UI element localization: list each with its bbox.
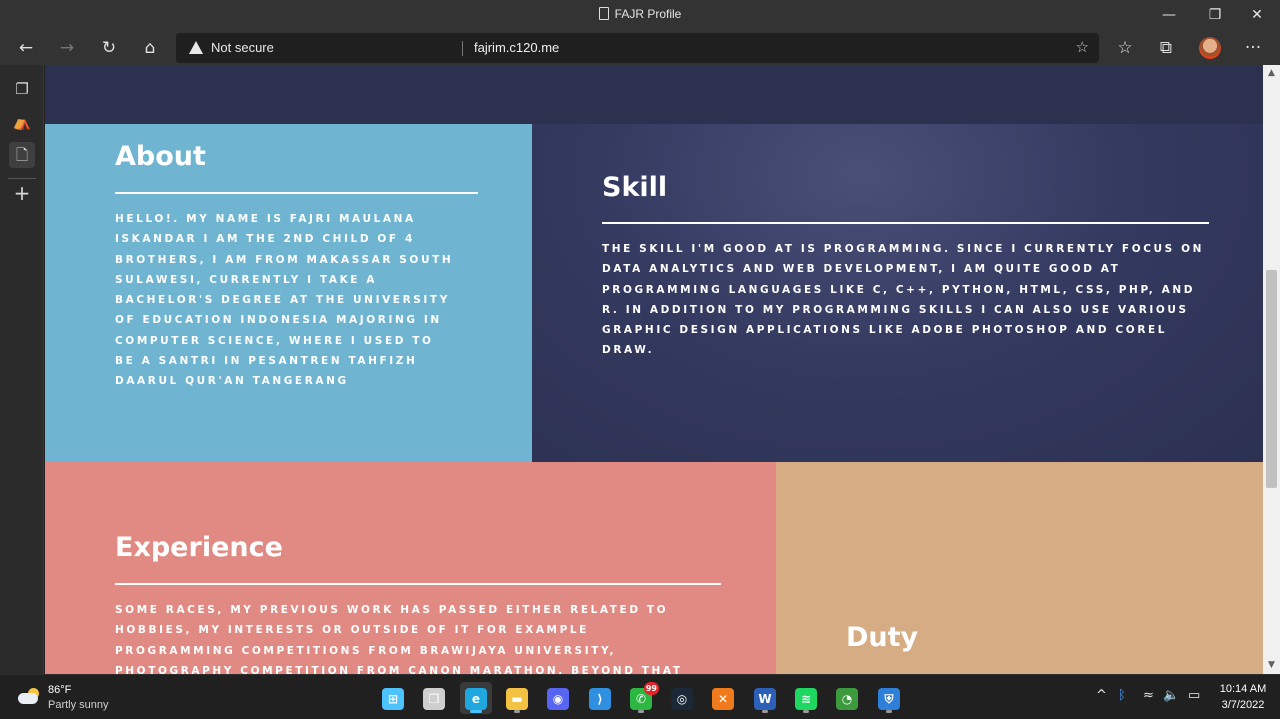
back-button[interactable]: ← xyxy=(13,35,39,61)
scroll-up-arrow-icon[interactable]: ▲ xyxy=(1263,65,1280,82)
page-viewport: About Hello!. My name is Fajri Maulana I… xyxy=(45,65,1263,674)
about-text: Hello!. My name is Fajri Maulana Iskanda… xyxy=(115,213,454,388)
profile-avatar[interactable] xyxy=(1199,37,1221,59)
experience-section: Experience Some races, my previous work … xyxy=(45,462,776,674)
weather-description[interactable]: Partly sunny xyxy=(48,699,109,711)
browser-sidebar: ❐ ⛺ 🗋 + xyxy=(0,65,44,674)
notification-badge: 99 xyxy=(643,682,659,695)
about-title: About xyxy=(115,141,206,172)
weather-temperature[interactable]: 86°F xyxy=(48,684,71,696)
steam-app[interactable]: ◎ xyxy=(666,682,698,714)
duty-section: Duty xyxy=(776,462,1263,674)
about-section: About Hello!. My name is Fajri Maulana I… xyxy=(45,124,532,462)
running-indicator xyxy=(803,710,809,713)
cloud-shape xyxy=(18,693,38,704)
about-divider xyxy=(115,192,478,194)
skill-text: The skill I'm good at is programming. Si… xyxy=(602,243,1204,357)
url-text[interactable]: fajrim.c120.me xyxy=(474,40,559,55)
warning-icon xyxy=(189,41,203,54)
close-button[interactable]: ✕ xyxy=(1234,0,1280,31)
document-icon xyxy=(598,7,609,20)
browser-toolbar: ← → ↻ ⌂ Not secure fajrim.c120.me ☆ ☆ ⧉ … xyxy=(0,31,1280,65)
tray-overflow-icon[interactable]: ^ xyxy=(1096,688,1107,703)
xampp-icon: ✕ xyxy=(712,687,734,710)
minimize-button[interactable]: — xyxy=(1146,0,1192,31)
bluetooth-icon[interactable]: ᛒ xyxy=(1118,688,1126,703)
tab-actions-icon[interactable]: ❐ xyxy=(9,76,35,102)
clock-time[interactable]: 10:14 AM xyxy=(1218,683,1268,695)
experience-divider xyxy=(115,583,721,585)
windows-taskbar: 86°F Partly sunny ⊞ ❐ e ▬ ◉ ⟩ ✆ 99 ◎ ✕ W ≋ ◔ ⛨ ^ ᛒ ≈ … xyxy=(0,674,1280,719)
spotify-icon: ≋ xyxy=(795,687,817,710)
header-band xyxy=(45,65,1263,124)
security-label[interactable]: Not secure xyxy=(211,40,274,55)
discord-icon: ◉ xyxy=(547,687,569,710)
address-bar[interactable]: Not secure fajrim.c120.me ☆ xyxy=(176,33,1099,63)
skill-title: Skill xyxy=(602,172,668,203)
file-explorer-icon: ▬ xyxy=(506,687,528,710)
window-titlebar: FAJR Profile — ❐ ✕ xyxy=(0,0,1280,31)
add-favorite-icon[interactable]: ☆ xyxy=(1076,38,1089,56)
vscode-icon: ⟩ xyxy=(589,687,611,710)
add-icon[interactable]: + xyxy=(9,180,35,206)
address-separator xyxy=(462,41,463,56)
restore-button[interactable]: ❐ xyxy=(1192,0,1238,31)
vscode-app[interactable]: ⟩ xyxy=(584,682,616,714)
scroll-thumb[interactable] xyxy=(1266,270,1277,488)
steam-icon: ◎ xyxy=(671,687,693,710)
duty-title: Duty xyxy=(846,622,919,653)
edge-icon: e xyxy=(465,687,487,710)
start-icon: ⊞ xyxy=(382,687,404,710)
xampp-app[interactable]: ✕ xyxy=(707,682,739,714)
battery-icon[interactable]: ▭ xyxy=(1188,688,1200,703)
partly-sunny-icon[interactable] xyxy=(18,688,40,704)
security-app[interactable]: ⛨ xyxy=(873,682,905,714)
running-indicator xyxy=(638,710,644,713)
sound-icon: ◔ xyxy=(836,687,858,710)
whatsapp-app[interactable]: ✆ 99 xyxy=(625,682,659,714)
running-indicator xyxy=(886,710,892,713)
page-icon[interactable]: 🗋 xyxy=(9,142,35,168)
running-indicator xyxy=(470,710,482,713)
home-button[interactable]: ⌂ xyxy=(137,35,163,61)
start-button[interactable]: ⊞ xyxy=(377,682,409,714)
volume-icon[interactable]: 🔈 xyxy=(1163,688,1179,703)
running-indicator xyxy=(514,710,520,713)
forward-button[interactable]: → xyxy=(54,35,80,61)
more-menu-button[interactable]: ··· xyxy=(1240,35,1266,61)
discord-app[interactable]: ◉ xyxy=(542,682,574,714)
word-icon: W xyxy=(754,687,776,710)
wifi-icon[interactable]: ≈ xyxy=(1143,688,1154,703)
file-explorer-app[interactable]: ▬ xyxy=(501,682,533,714)
window-title: FAJR Profile xyxy=(0,7,1280,21)
edge-app[interactable]: e xyxy=(460,682,492,714)
skill-section: Skill The skill I'm good at is programmi… xyxy=(532,124,1263,462)
spotify-app[interactable]: ≋ xyxy=(790,682,822,714)
page-scrollbar[interactable]: ▲ ▼ xyxy=(1263,65,1280,674)
sidebar-divider xyxy=(8,178,36,179)
experience-text: Some races, my previous work has passed … xyxy=(115,604,683,674)
collections-button[interactable]: ⧉ xyxy=(1153,35,1179,61)
favorites-button[interactable]: ☆ xyxy=(1112,35,1138,61)
task-view-icon: ❐ xyxy=(423,687,445,710)
clock-date[interactable]: 3/7/2022 xyxy=(1218,699,1268,711)
running-indicator xyxy=(762,710,768,713)
experience-title: Experience xyxy=(115,532,283,563)
skill-divider xyxy=(602,222,1209,224)
profile-app-icon[interactable]: ⛺ xyxy=(9,109,35,135)
sound-app[interactable]: ◔ xyxy=(831,682,863,714)
word-app[interactable]: W xyxy=(749,682,781,714)
security-icon: ⛨ xyxy=(878,687,900,710)
refresh-button[interactable]: ↻ xyxy=(96,35,122,61)
task-view-button[interactable]: ❐ xyxy=(418,682,450,714)
scroll-down-arrow-icon[interactable]: ▼ xyxy=(1263,657,1280,674)
